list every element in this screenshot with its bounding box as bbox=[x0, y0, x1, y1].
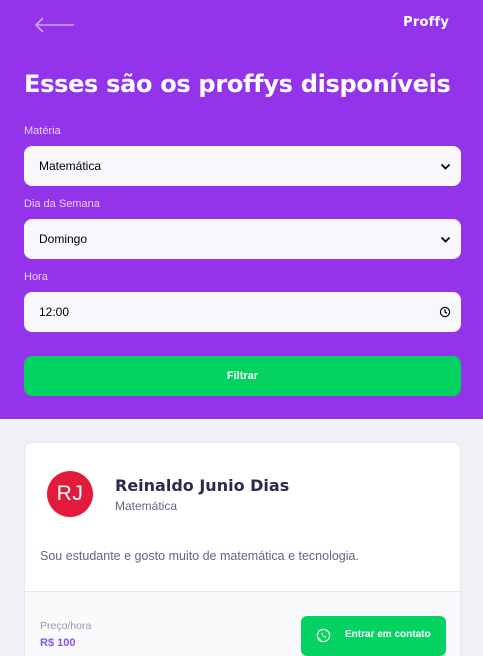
price-value: R$ 100 bbox=[40, 637, 76, 649]
contact-button[interactable]: Entrar em contato bbox=[301, 616, 446, 656]
weekday-label: Dia da Semana bbox=[24, 198, 100, 210]
weekday-value: Domingo bbox=[39, 232, 88, 246]
contact-label: Entrar em contato bbox=[345, 629, 431, 640]
avatar: RJ bbox=[47, 471, 93, 517]
weekday-select[interactable]: Domingo bbox=[24, 219, 461, 259]
page-header: Proffy Esses são os proffys disponíveis … bbox=[0, 0, 483, 419]
whatsapp-icon bbox=[316, 628, 331, 643]
card-footer: Preço/hora R$ 100 Entrar em contato bbox=[25, 591, 460, 656]
clock-icon[interactable] bbox=[439, 306, 451, 318]
teacher-bio: Sou estudante e gosto muito de matemátic… bbox=[40, 549, 359, 563]
chevron-down-icon bbox=[440, 236, 451, 243]
page-title: Esses são os proffys disponíveis bbox=[24, 70, 451, 98]
time-value: 12:00 bbox=[39, 305, 70, 319]
price-label: Preço/hora bbox=[40, 620, 92, 632]
subject-label: Matéria bbox=[24, 125, 61, 137]
back-arrow-icon[interactable] bbox=[32, 14, 76, 36]
subject-select[interactable]: Matemática bbox=[24, 146, 461, 186]
time-input[interactable]: 12:00 bbox=[24, 292, 461, 332]
subject-value: Matemática bbox=[39, 159, 102, 173]
teacher-card: RJ Reinaldo Junio Dias Matemática Sou es… bbox=[24, 442, 461, 656]
proffy-logo: Proffy bbox=[403, 15, 449, 30]
filter-button[interactable]: Filtrar bbox=[24, 356, 461, 396]
chevron-down-icon bbox=[440, 163, 451, 170]
teacher-name: Reinaldo Junio Dias bbox=[115, 476, 290, 495]
time-label: Hora bbox=[24, 271, 48, 283]
teacher-subject: Matemática bbox=[115, 499, 178, 513]
